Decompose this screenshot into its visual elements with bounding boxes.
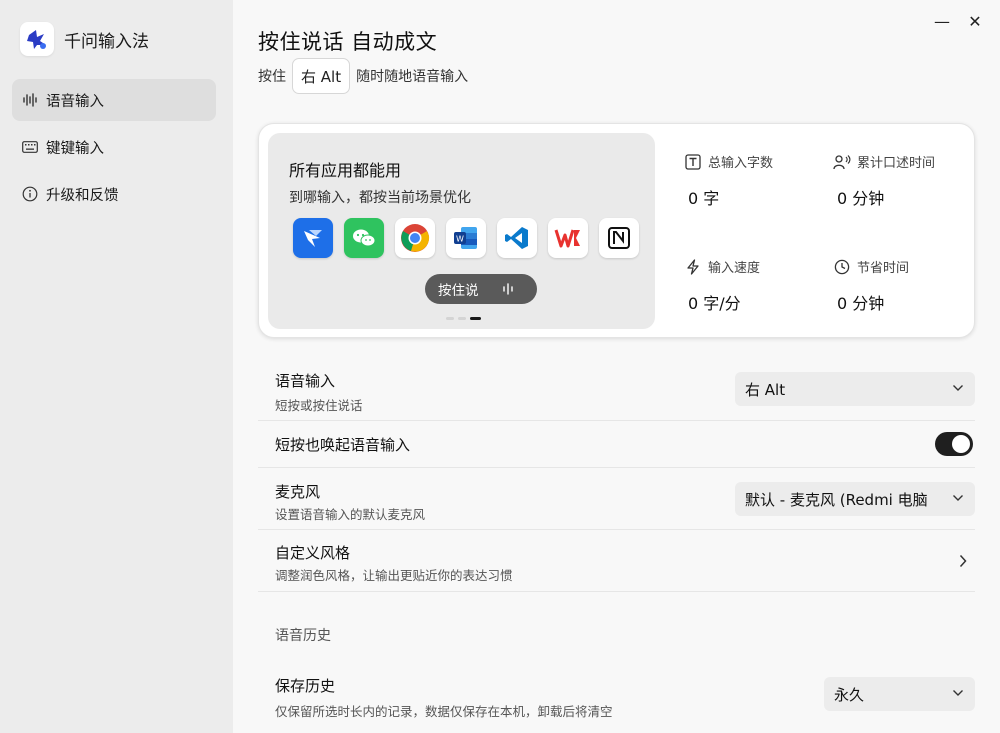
sidebar-item-voice-input[interactable]: 语音输入 [12,79,216,121]
setting-title: 短按也唤起语音输入 [275,436,411,454]
sidebar-item-upgrade-feedback[interactable]: 升级和反馈 [12,173,216,215]
setting-desc: 调整润色风格，让输出更贴近你的表达习惯 [275,568,513,583]
clock-icon [833,258,851,276]
notion-icon [599,218,639,258]
svg-text:W: W [456,235,464,244]
promo-carousel: 所有应用都能用 到哪输入，都按当前场景优化 W 按住说 [268,133,655,329]
toggle-knob [952,435,970,453]
promo-subtitle: 到哪输入，都按当前场景优化 [289,190,471,206]
stat-label: 节省时间 [857,261,910,276]
ptt-label: 按住说 [438,283,479,299]
stat-label: 累计口述时间 [857,156,936,171]
push-to-talk-pill: 按住说 [425,274,537,304]
chevron-down-icon [951,686,965,700]
short-press-toggle[interactable] [935,432,973,456]
stat-value: 0 分钟 [837,189,885,208]
setting-title: 语音输入 [275,372,336,390]
section-voice-history: 语音历史 [275,628,331,644]
setting-title: 自定义风格 [275,544,351,562]
stat-value: 0 字 [688,189,720,208]
vscode-icon [497,218,537,258]
page-subtitle: 按住 右 Alt 随时随地语音输入 [258,58,468,94]
app-icons: W [293,218,650,258]
chrome-icon [395,218,435,258]
promo-title: 所有应用都能用 [289,161,402,180]
setting-desc: 短按或按住说话 [275,398,363,413]
hotkey-chip: 右 Alt [292,58,351,94]
sidebar-item-label: 键键输入 [46,140,104,157]
setting-title: 保存历史 [275,677,336,695]
setting-short-press: 短按也唤起语音输入 [258,421,975,468]
main-content: — ✕ 按住说话 自动成文 按住 右 Alt 随时随地语音输入 所有应用都能用 … [233,0,1000,733]
stat-time-saved: 节省时间 0 分钟 [833,257,973,314]
carousel-dot[interactable] [446,317,454,320]
close-button[interactable]: ✕ [963,10,987,32]
setting-desc: 仅保留所选时长内的记录，数据仅保存在本机，卸载后将清空 [275,704,613,719]
app-name: 千问输入法 [64,31,149,52]
stat-total-chars: 总输入字数 0 字 [684,152,824,209]
setting-microphone: 麦克风 设置语音输入的默认麦克风 默认 - 麦克风 (Redmi 电脑 [258,468,975,530]
sidebar: 千问输入法 语音输入 键键输入 升级和反馈 [0,0,233,733]
minimize-button[interactable]: — [930,10,954,32]
stat-value: 0 分钟 [837,294,885,313]
overview-card: 所有应用都能用 到哪输入，都按当前场景优化 W 按住说 总输入字数 0 字 累计… [258,123,975,338]
feishu-icon [293,218,333,258]
stat-value: 0 字/分 [688,294,741,313]
page-title: 按住说话 自动成文 [258,30,438,54]
setting-voice-input: 语音输入 短按或按住说话 右 Alt [258,362,975,421]
select-value: 永久 [834,685,865,704]
waveform-icon [22,92,38,108]
lightning-icon [684,258,702,276]
microphone-select[interactable]: 默认 - 麦克风 (Redmi 电脑 [735,482,975,516]
wechat-icon [344,218,384,258]
setting-title: 麦克风 [275,483,321,501]
carousel-dot-active[interactable] [470,317,481,320]
setting-desc: 设置语音输入的默认麦克风 [275,507,426,522]
sidebar-item-label: 语音输入 [46,93,104,110]
chevron-down-icon [951,381,965,395]
text-box-icon [684,153,702,171]
speaking-person-icon [833,153,851,171]
info-icon [22,186,38,202]
keyboard-icon [22,139,38,155]
brand: 千问输入法 [20,22,149,56]
waveform-icon [501,282,515,296]
stat-label: 输入速度 [708,261,761,276]
select-value: 右 Alt [745,380,786,399]
carousel-dot[interactable] [458,317,466,320]
subtitle-suffix: 随时随地语音输入 [356,69,469,85]
stat-dictation-time: 累计口述时间 0 分钟 [833,152,973,209]
word-icon: W [446,218,486,258]
history-duration-select[interactable]: 永久 [824,677,975,711]
carousel-indicator [446,317,485,320]
sidebar-item-label: 升级和反馈 [46,187,119,204]
wps-icon [548,218,588,258]
select-value: 默认 - 麦克风 (Redmi 电脑 [745,490,928,509]
sidebar-item-keyboard-input[interactable]: 键键输入 [12,126,216,168]
setting-save-history: 保存历史 仅保留所选时长内的记录，数据仅保存在本机，卸载后将清空 永久 [258,663,975,733]
setting-custom-style[interactable]: 自定义风格 调整润色风格，让输出更贴近你的表达习惯 [258,530,975,592]
sidebar-nav: 语音输入 键键输入 升级和反馈 [12,79,216,220]
chevron-right-icon [959,553,967,572]
app-logo [20,22,54,56]
chevron-down-icon [951,491,965,505]
subtitle-prefix: 按住 [258,69,286,85]
stat-input-speed: 输入速度 0 字/分 [684,257,824,314]
stat-label: 总输入字数 [708,156,774,171]
hotkey-select[interactable]: 右 Alt [735,372,975,406]
